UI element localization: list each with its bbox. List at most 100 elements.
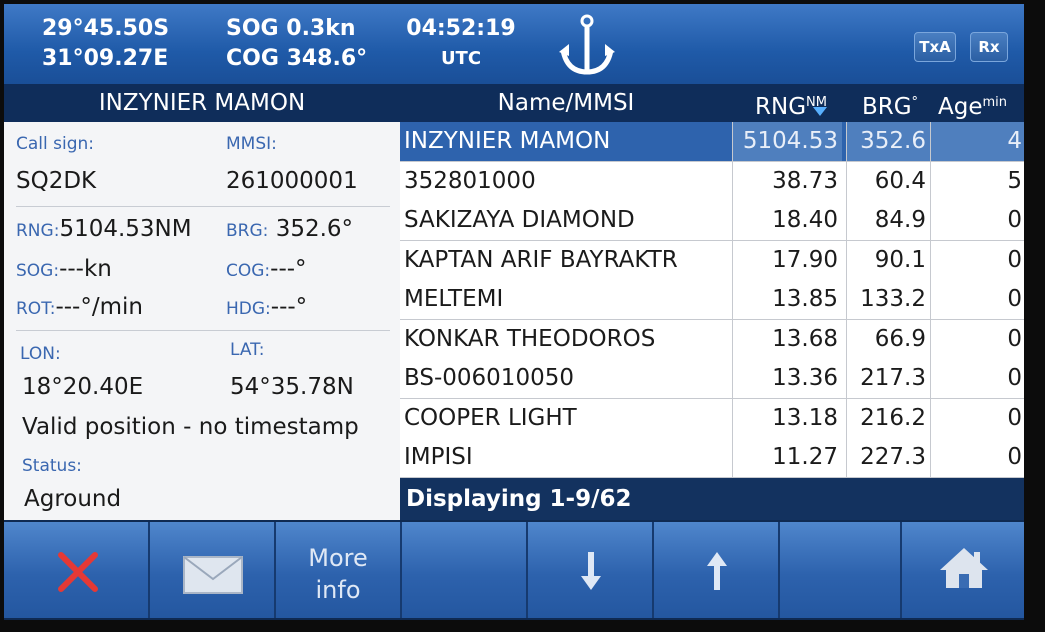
device-frame: 29°45.50S 31°09.27E SOG 0.3kn COG 348.6°… — [0, 0, 1045, 632]
cell-brg: 352.6 — [846, 122, 930, 161]
target-details-panel: Call sign: MMSI: SQ2DK 261000001 RNG:510… — [4, 122, 400, 526]
status-bar: 29°45.50S 31°09.27E SOG 0.3kn COG 348.6°… — [4, 4, 1024, 84]
own-position: 29°45.50S 31°09.27E — [42, 14, 169, 74]
sog-field: SOG:---kn — [16, 256, 112, 282]
cell-brg: 216.2 — [846, 398, 930, 438]
clock: 04:52:19 UTC — [406, 14, 516, 74]
arrow-up-icon — [707, 552, 727, 590]
cell-name: MELTEMI — [404, 286, 504, 312]
more-info-button[interactable]: More info — [276, 522, 402, 618]
status-value: Aground — [24, 486, 122, 512]
cell-rng: 18.40 — [732, 201, 842, 240]
scroll-down-button[interactable] — [528, 522, 654, 618]
own-sog: SOG 0.3kn — [226, 16, 356, 41]
table-row[interactable]: IMPISI 11.27 227.3 0 — [400, 438, 1024, 478]
message-button[interactable] — [150, 522, 276, 618]
cell-rng: 11.27 — [732, 438, 842, 477]
cell-rng: 13.18 — [732, 398, 842, 438]
brg-field: BRG: 352.6° — [226, 216, 354, 242]
cell-age: 5 — [930, 161, 1024, 201]
cell-rng: 5104.53 — [732, 122, 842, 161]
table-row[interactable]: SAKIZAYA DIAMOND 18.40 84.9 0 — [400, 201, 1024, 241]
clock-timezone: UTC — [440, 48, 482, 69]
list-header: INZYNIER MAMON Name/MMSI RNGNM BRG° Agem… — [4, 84, 1024, 122]
clock-time: 04:52:19 — [406, 16, 516, 41]
cell-brg: 133.2 — [846, 280, 930, 319]
lat-value: 54°35.78N — [230, 374, 354, 400]
cell-brg: 84.9 — [846, 201, 930, 240]
cell-age: 4 — [930, 122, 1024, 161]
position-note: Valid position - no timestamp — [22, 414, 359, 440]
cell-rng: 13.36 — [732, 359, 842, 398]
cell-name: INZYNIER MAMON — [404, 128, 611, 154]
own-cog: COG 348.6° — [226, 46, 368, 71]
button-bar: More info — [4, 520, 1024, 620]
table-row[interactable]: KONKAR THEODOROS 13.68 66.9 0 — [400, 319, 1024, 360]
blank-button-2[interactable] — [780, 522, 902, 618]
scroll-up-button[interactable] — [654, 522, 780, 618]
home-button[interactable] — [902, 522, 1024, 618]
cell-age: 0 — [930, 201, 1024, 240]
hdg-field: HDG:---° — [226, 294, 308, 320]
table-row[interactable]: COOPER LIGHT 13.18 216.2 0 — [400, 398, 1024, 439]
selected-target-title: INZYNIER MAMON — [98, 90, 306, 116]
ais-target-list-screen: 29°45.50S 31°09.27E SOG 0.3kn COG 348.6°… — [4, 4, 1024, 620]
cell-rng: 13.85 — [732, 280, 842, 319]
table-row[interactable]: MELTEMI 13.85 133.2 0 — [400, 280, 1024, 320]
cell-name: KONKAR THEODOROS — [404, 325, 656, 352]
divider — [16, 330, 390, 331]
cell-age: 0 — [930, 359, 1024, 398]
cell-brg: 217.3 — [846, 359, 930, 398]
column-header-age[interactable]: Agemin — [934, 84, 1024, 122]
home-icon — [940, 548, 988, 588]
target-table: INZYNIER MAMON 5104.53 352.6 4 352801000 38.7… — [400, 122, 1024, 478]
rx-indicator: Rx — [970, 32, 1008, 62]
cell-rng: 38.73 — [732, 161, 842, 201]
cell-age: 0 — [930, 280, 1024, 319]
cell-name: BS-006010050 — [404, 365, 574, 391]
anchor-icon — [559, 14, 615, 75]
sort-descending-icon — [812, 107, 827, 116]
table-row[interactable]: KAPTAN ARIF BAYRAKTR 17.90 90.1 0 — [400, 240, 1024, 281]
column-header-name[interactable]: Name/MMSI — [400, 84, 732, 122]
cell-rng: 17.90 — [732, 240, 842, 280]
cell-age: 0 — [930, 319, 1024, 359]
cell-brg: 66.9 — [846, 319, 930, 359]
own-longitude: 31°09.27E — [42, 46, 169, 71]
close-icon — [58, 552, 98, 592]
cog-field: COG:---° — [226, 256, 307, 282]
lon-label: LON: — [20, 344, 61, 364]
mmsi-label: MMSI: — [226, 134, 277, 154]
cell-name: SAKIZAYA DIAMOND — [404, 207, 635, 233]
column-header-brg[interactable]: BRG° — [850, 84, 930, 122]
cell-rng: 13.68 — [732, 319, 842, 359]
age-unit: min — [982, 95, 1007, 110]
own-latitude: 29°45.50S — [42, 16, 170, 41]
lat-label: LAT: — [230, 340, 265, 360]
rng-field: RNG:5104.53NM — [16, 216, 192, 242]
more-info-label: More info — [308, 544, 368, 604]
mmsi-value: 261000001 — [226, 168, 358, 194]
divider — [16, 206, 390, 207]
close-button[interactable] — [4, 522, 150, 618]
table-row[interactable]: INZYNIER MAMON 5104.53 352.6 4 — [400, 122, 1024, 162]
lon-value: 18°20.40E — [22, 374, 144, 400]
table-row[interactable]: 352801000 38.73 60.4 5 — [400, 161, 1024, 202]
cell-age: 0 — [930, 438, 1024, 477]
mail-icon — [183, 556, 243, 594]
cell-age: 0 — [930, 398, 1024, 438]
cell-brg: 227.3 — [846, 438, 930, 477]
cell-name: KAPTAN ARIF BAYRAKTR — [404, 246, 678, 273]
status-label: Status: — [22, 456, 82, 476]
cell-brg: 60.4 — [846, 161, 930, 201]
blank-button[interactable] — [402, 522, 528, 618]
brg-unit: ° — [911, 95, 919, 110]
cell-age: 0 — [930, 240, 1024, 280]
table-row[interactable]: BS-006010050 13.36 217.3 0 — [400, 359, 1024, 399]
column-header-rng[interactable]: RNGNM — [736, 84, 846, 122]
call-sign-value: SQ2DK — [16, 168, 97, 194]
arrow-down-icon — [581, 552, 601, 590]
txa-indicator: TxA — [914, 32, 956, 62]
cell-name: IMPISI — [404, 444, 473, 470]
own-speed-course: SOG 0.3kn COG 348.6° — [226, 14, 367, 74]
